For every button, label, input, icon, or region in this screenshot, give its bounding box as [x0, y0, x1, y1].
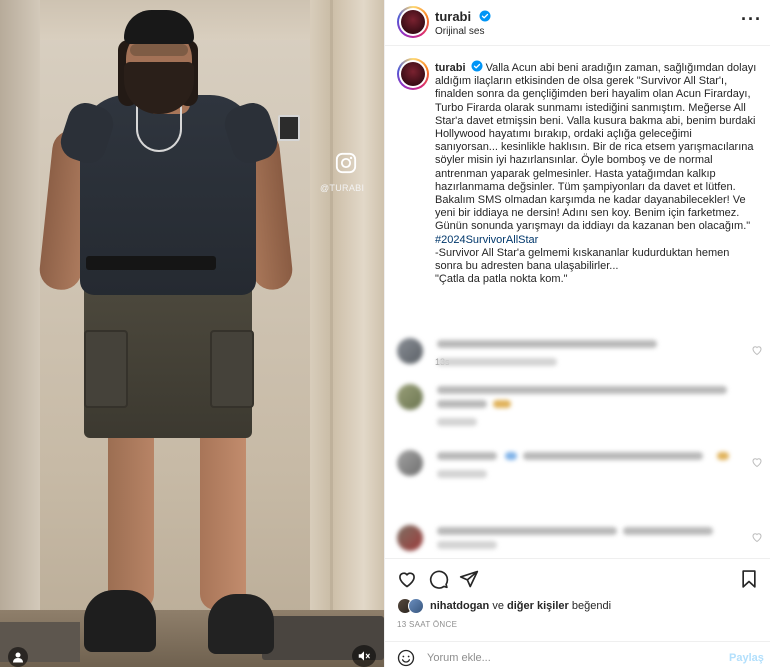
comment-form: Paylaş: [385, 641, 770, 667]
caption-line: "Çatla da patla nokta kom.": [435, 273, 568, 286]
comment-item: [397, 450, 767, 496]
caption-line: -Survivor All Star'a gelmemi kıskananlar…: [435, 246, 730, 259]
other-likers-link[interactable]: diğer kişiler: [507, 600, 569, 612]
comment-avatar: [397, 525, 423, 551]
person-figure: [0, 0, 384, 667]
more-horizontal-icon: ···: [741, 9, 762, 29]
caption-username[interactable]: turabi: [435, 62, 466, 74]
bookmark-icon[interactable]: [739, 569, 759, 589]
audio-label[interactable]: Orijinal ses: [435, 26, 484, 37]
author-avatar[interactable]: [397, 6, 429, 38]
caption-line: Hollywood hayatımı bırakıp, ordaki açlığ…: [435, 128, 692, 141]
caption-line: sanıyorsan... kesinlikle haklısın. Bir d…: [435, 141, 754, 154]
more-options-button[interactable]: ···: [741, 9, 762, 29]
post-header: turabi Orijinal ses ···: [385, 0, 770, 46]
caption-line: aldığım ilaçların etkisinden de olsa ger…: [435, 75, 728, 88]
likes-suffix: beğendi: [571, 600, 612, 612]
first-liker-link[interactable]: nihatdogan: [430, 600, 489, 612]
instagram-watermark-icon: [335, 152, 357, 174]
post-media[interactable]: @TURABI: [0, 0, 384, 667]
comment-like-icon[interactable]: [751, 531, 763, 543]
comment-avatar: [397, 450, 423, 476]
caption-line: söyler misin iyi hazırlansınlar. Öyle bo…: [435, 154, 713, 167]
likes-connector: ve: [492, 600, 504, 612]
caption-line: Günün sonunda yarışmayı da iddiayı da ka…: [435, 220, 751, 233]
comment-icon[interactable]: [429, 569, 449, 589]
caption-author-avatar[interactable]: [397, 58, 429, 90]
speaker-muted-icon: [358, 651, 370, 661]
user-icon: [13, 652, 23, 663]
author-username[interactable]: turabi: [435, 9, 471, 24]
post-date[interactable]: 13 SAAT ÖNCE: [397, 620, 457, 629]
send-icon[interactable]: [459, 569, 479, 589]
caption-line: yeni bir iddiaya ne dersin! Adını sen ko…: [435, 207, 740, 220]
liker-avatar: [408, 598, 424, 614]
mute-button[interactable]: [352, 645, 376, 667]
post-actions: [385, 558, 770, 598]
caption-line: sonra bu adresten bana ulaşabilirler...: [435, 260, 619, 273]
verified-badge-icon: [471, 60, 483, 72]
verified-badge-icon: [479, 10, 491, 22]
watermark-handle: @TURABI: [320, 183, 365, 193]
heart-icon[interactable]: [397, 569, 417, 589]
caption-line: Star'a davet etmişsin beni. Valla kusura…: [435, 114, 756, 127]
hashtag-link[interactable]: #2024SurvivorAllStar: [435, 234, 763, 247]
post-side-panel: turabi Orijinal ses ··· turabi Valla Acun…: [384, 0, 770, 667]
comment-avatar: [397, 384, 423, 410]
comment-like-icon[interactable]: [751, 344, 763, 356]
caption-line: hazırlanmama değsinler. Tüm şampiyonları…: [435, 180, 736, 193]
emoji-icon[interactable]: [397, 649, 415, 667]
caption-line: Turbo Firarda olarak sunmamı istediğini …: [435, 101, 746, 114]
comment-input[interactable]: [427, 649, 707, 667]
comment-item: [397, 338, 767, 384]
caption-text: turabi Valla Acun abi beni aradığın zaman…: [435, 60, 763, 286]
comment-item: [397, 384, 767, 430]
comment-avatar: [397, 338, 423, 364]
caption-line: Valla Acun abi beni aradığın zaman, sağl…: [485, 62, 757, 74]
tagged-users-button[interactable]: [8, 647, 28, 667]
caption-line: Bakalım SMS olmadan karşımda ne kadar da…: [435, 194, 746, 207]
caption-line: finalden sonra da gençliğimden beri haya…: [435, 88, 751, 101]
comment-like-icon[interactable]: [751, 456, 763, 468]
caption-line: antrenman yaparak gelmesinler. Hasta yat…: [435, 167, 716, 180]
likes-summary: nihatdogan ve diğer kişiler beğendi: [397, 598, 611, 614]
post-comment-button[interactable]: Paylaş: [729, 652, 764, 664]
